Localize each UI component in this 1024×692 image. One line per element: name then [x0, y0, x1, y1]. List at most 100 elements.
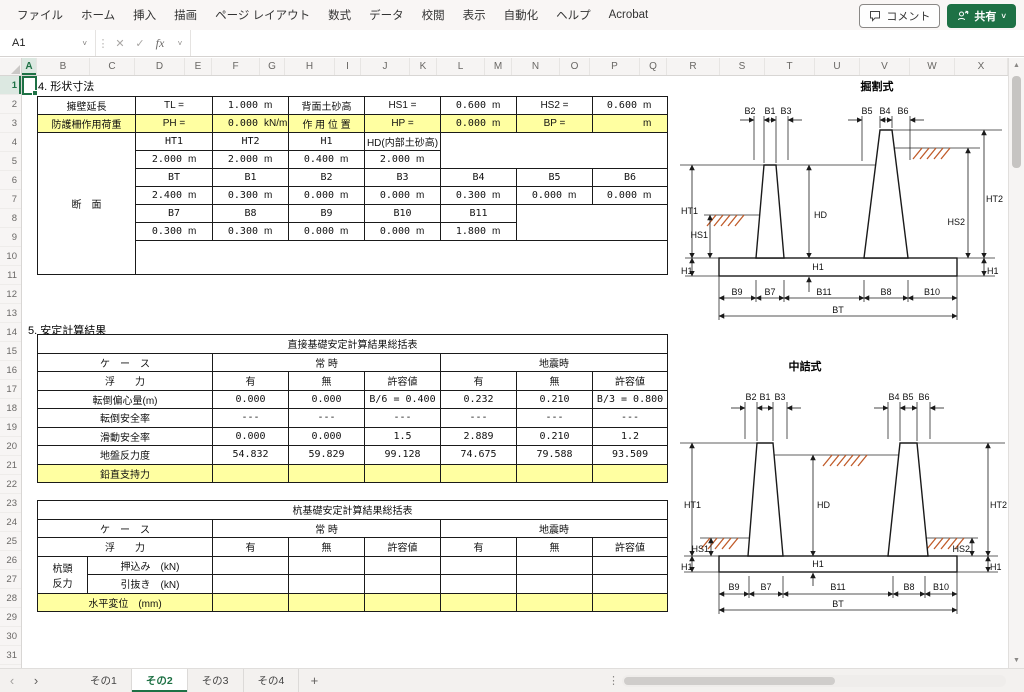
row-header-2[interactable]: 2	[0, 95, 21, 114]
table-title[interactable]: 直接基礎安定計算結果総括表	[38, 335, 668, 354]
sheet-tab-sono4[interactable]: その4	[244, 669, 300, 692]
sheet-tab-sono2[interactable]: その2	[132, 669, 188, 692]
cell[interactable]	[365, 556, 441, 575]
column-header-R[interactable]: R	[667, 58, 720, 75]
column-header-Q[interactable]: Q	[640, 58, 667, 75]
cell[interactable]	[441, 133, 668, 169]
cell[interactable]: 2.000m	[365, 151, 441, 169]
cell[interactable]: ケ ー ス	[38, 519, 213, 538]
cell[interactable]: 0.000	[213, 427, 289, 446]
column-header-V[interactable]: V	[860, 58, 910, 75]
menu-draw[interactable]: 描画	[165, 4, 206, 26]
cell[interactable]	[593, 575, 668, 594]
cell[interactable]: 0.300m	[441, 187, 517, 205]
horizontal-scrollbar[interactable]	[622, 675, 1006, 687]
cross-section-label[interactable]: 断 面	[38, 133, 136, 275]
cell[interactable]: 74.675	[441, 446, 517, 465]
cell[interactable]: B3	[365, 169, 441, 187]
cell[interactable]: 0.600m	[441, 97, 517, 115]
row-header-27[interactable]: 27	[0, 570, 21, 589]
cell[interactable]: ---	[593, 409, 668, 428]
column-header-G[interactable]: G	[260, 58, 285, 75]
cell[interactable]: HT1	[136, 133, 213, 151]
menu-review[interactable]: 校閲	[413, 4, 454, 26]
row-header-9[interactable]: 9	[0, 228, 21, 247]
cell[interactable]	[213, 593, 289, 612]
cell[interactable]: 有	[441, 372, 517, 391]
row-header-28[interactable]: 28	[0, 589, 21, 608]
next-sheet-icon[interactable]: ›	[24, 669, 48, 692]
column-header-M[interactable]: M	[485, 58, 512, 75]
cell[interactable]: 0.232	[441, 390, 517, 409]
cell[interactable]: 0.000kN/m	[213, 115, 289, 133]
cell[interactable]: 許容値	[593, 538, 668, 557]
row-header-14[interactable]: 14	[0, 323, 21, 342]
cell[interactable]: BP =	[517, 115, 593, 133]
menu-help[interactable]: ヘルプ	[547, 4, 600, 26]
cell[interactable]: 許容値	[365, 538, 441, 557]
column-header-B[interactable]: B	[37, 58, 90, 75]
cell[interactable]	[441, 575, 517, 594]
cell[interactable]: B8	[213, 205, 289, 223]
cell[interactable]: 0.000m	[289, 223, 365, 241]
cell[interactable]: 地震時	[441, 353, 668, 372]
cell[interactable]: 有	[441, 538, 517, 557]
cell[interactable]: 無	[289, 538, 365, 557]
row-header-15[interactable]: 15	[0, 342, 21, 361]
cell[interactable]: 99.128	[365, 446, 441, 465]
cell[interactable]: 防護柵作用荷重	[38, 115, 136, 133]
cell[interactable]: 有	[213, 538, 289, 557]
sheet-canvas[interactable]: 4. 形状寸法 擁壁延長 TL = 1.000m 背面土砂高 HS1 = 0.6…	[22, 76, 1008, 668]
cell[interactable]: 滑動安全率	[38, 427, 213, 446]
cell[interactable]: TL =	[136, 97, 213, 115]
row-header-3[interactable]: 3	[0, 114, 21, 133]
cell[interactable]	[517, 205, 668, 241]
cell[interactable]: 地盤反力度	[38, 446, 213, 465]
cell[interactable]: ---	[365, 409, 441, 428]
cell[interactable]: B4	[441, 169, 517, 187]
row-header-26[interactable]: 26	[0, 551, 21, 570]
formula-input[interactable]	[190, 30, 1024, 56]
cell[interactable]: 2.400m	[136, 187, 213, 205]
share-button[interactable]: 共有 ˅	[947, 4, 1016, 28]
cell[interactable]: 地震時	[441, 519, 668, 538]
cell[interactable]: 無	[517, 538, 593, 557]
cell[interactable]: 2.000m	[213, 151, 289, 169]
row-header-1[interactable]: 1	[0, 76, 21, 95]
row-header-4[interactable]: 4	[0, 133, 21, 152]
vertical-scrollbar[interactable]: ▲ ▼	[1008, 58, 1024, 668]
cell[interactable]: 2.889	[441, 427, 517, 446]
column-header-X[interactable]: X	[955, 58, 1008, 75]
cell[interactable]: B10	[365, 205, 441, 223]
cell[interactable]	[593, 464, 668, 483]
cell[interactable]: 鉛直支持力	[38, 464, 213, 483]
row-header-18[interactable]: 18	[0, 399, 21, 418]
cell[interactable]: 0.000m	[365, 187, 441, 205]
table-title[interactable]: 杭基礎安定計算結果総括表	[38, 501, 668, 520]
cell[interactable]	[441, 556, 517, 575]
column-header-A[interactable]: A	[22, 58, 37, 75]
column-header-S[interactable]: S	[720, 58, 765, 75]
cell[interactable]: 79.588	[517, 446, 593, 465]
column-header-O[interactable]: O	[560, 58, 590, 75]
cell[interactable]: 0.000m	[289, 187, 365, 205]
cell[interactable]: 浮 力	[38, 538, 213, 557]
comments-button[interactable]: コメント	[859, 4, 940, 28]
cell[interactable]	[213, 464, 289, 483]
column-header-K[interactable]: K	[410, 58, 437, 75]
cell[interactable]: 1.2	[593, 427, 668, 446]
cell[interactable]: 1.800m	[441, 223, 517, 241]
cell[interactable]	[213, 575, 289, 594]
cell[interactable]	[289, 575, 365, 594]
cell[interactable]: ---	[441, 409, 517, 428]
column-header-U[interactable]: U	[815, 58, 860, 75]
cell[interactable]: PH =	[136, 115, 213, 133]
cell[interactable]	[289, 593, 365, 612]
cell[interactable]: 0.000m	[593, 187, 668, 205]
enter-icon[interactable]: ✓	[130, 30, 150, 56]
row-header-31[interactable]: 31	[0, 646, 21, 665]
row-header-20[interactable]: 20	[0, 437, 21, 456]
cell[interactable]: HS2 =	[517, 97, 593, 115]
cell[interactable]	[365, 593, 441, 612]
cell[interactable]: HT2	[213, 133, 289, 151]
